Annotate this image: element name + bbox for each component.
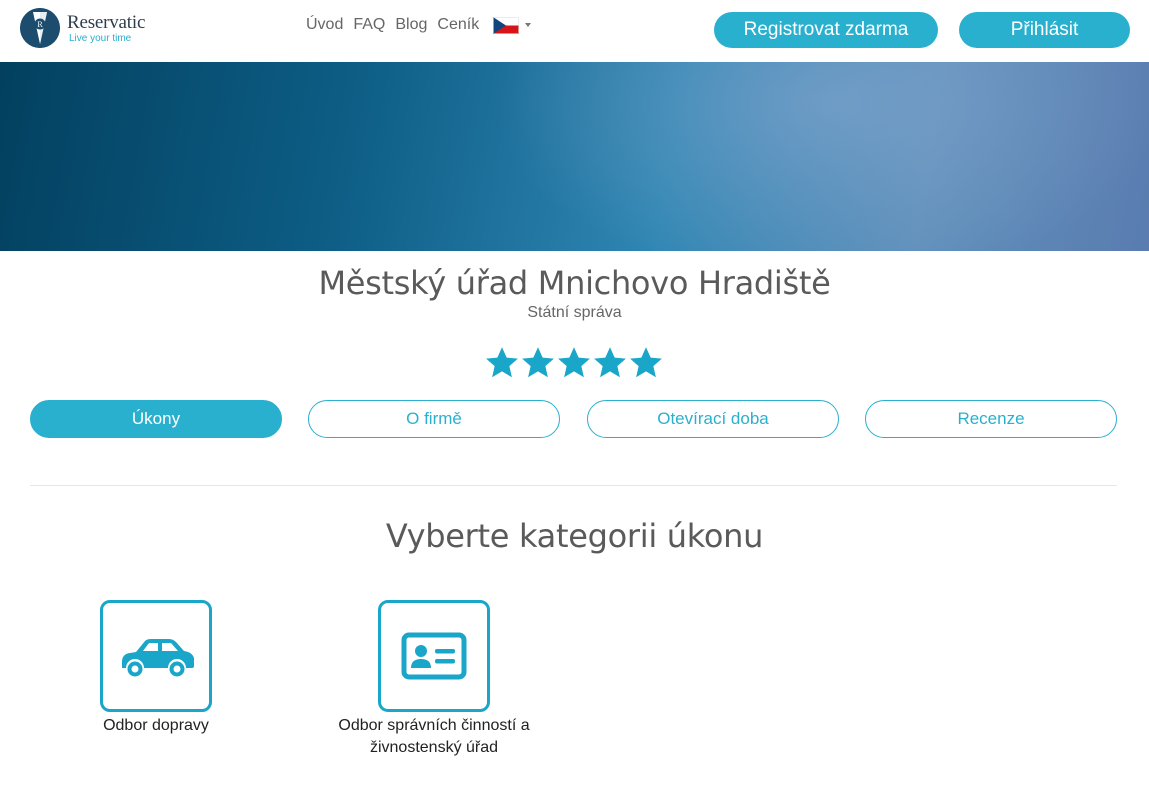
reservatic-logo-icon: R xyxy=(20,8,60,48)
tab-ukony[interactable]: Úkony xyxy=(30,400,282,438)
czech-flag-icon xyxy=(493,16,520,34)
tab-recenze[interactable]: Recenze xyxy=(865,400,1117,438)
hero-banner xyxy=(0,62,1149,251)
header: R Reservatic Live your time Úvod FAQ Blo… xyxy=(0,0,1149,62)
star-icon xyxy=(594,347,626,378)
category-label: Odbor správních činností a živnostenský … xyxy=(338,717,530,756)
category-icon-box[interactable] xyxy=(378,600,490,712)
nav-item-blog[interactable]: Blog xyxy=(395,16,427,34)
category-odbor-dopravy[interactable]: Odbor dopravy xyxy=(46,600,266,737)
logo-name: Reservatic xyxy=(67,11,146,33)
logo[interactable]: R Reservatic Live your time xyxy=(20,8,145,48)
divider xyxy=(30,485,1117,486)
category-icon-box[interactable] xyxy=(100,600,212,712)
register-button[interactable]: Registrovat zdarma xyxy=(714,12,938,48)
star-icon xyxy=(486,347,518,378)
category-odbor-spravnich-cinnosti[interactable]: Odbor správních činností a živnostenský … xyxy=(324,600,544,759)
company-category: Státní správa xyxy=(527,304,622,321)
main-nav: Úvod FAQ Blog Ceník xyxy=(306,16,532,34)
rating-stars xyxy=(484,345,664,381)
category-label: Odbor dopravy xyxy=(103,717,209,734)
logo-tagline: Live your time xyxy=(69,32,132,44)
car-icon xyxy=(122,639,194,677)
svg-text:R: R xyxy=(37,20,43,29)
login-button[interactable]: Přihlásit xyxy=(959,12,1130,48)
nav-item-cenik[interactable]: Ceník xyxy=(437,16,479,34)
tab-oteviraci-doba[interactable]: Otevírací doba xyxy=(587,400,839,438)
language-selector[interactable] xyxy=(493,16,532,34)
tab-o-firme[interactable]: O firmě xyxy=(308,400,560,438)
star-icon xyxy=(630,347,662,378)
id-card-icon xyxy=(401,632,467,680)
chevron-down-icon xyxy=(525,23,532,27)
star-icon xyxy=(558,347,590,378)
company-name: Městský úřad Mnichovo Hradiště xyxy=(318,264,831,302)
star-icon xyxy=(522,347,554,378)
section-title: Vyberte kategorii úkonu xyxy=(385,517,764,555)
nav-item-uvod[interactable]: Úvod xyxy=(306,16,343,34)
nav-item-faq[interactable]: FAQ xyxy=(353,16,385,34)
